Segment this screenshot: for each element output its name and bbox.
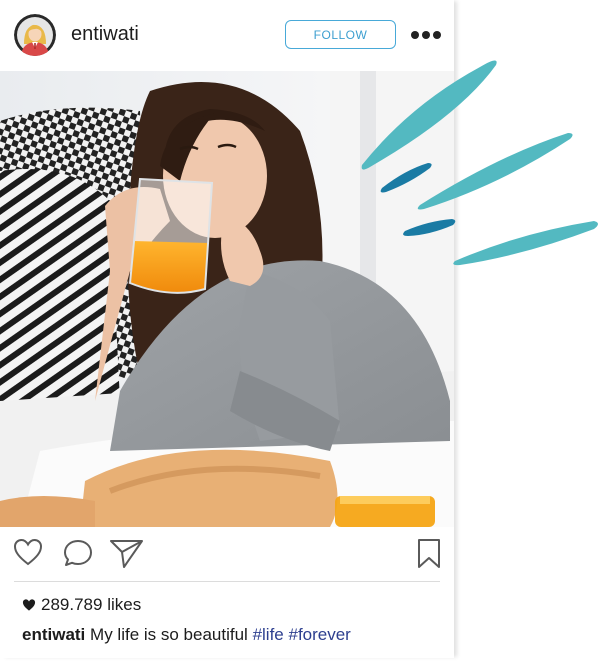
splash-stroke (417, 133, 573, 210)
caption-author[interactable]: entiwati (22, 625, 85, 644)
decorative-splash (361, 60, 598, 266)
avatar-illustration (14, 14, 56, 56)
heart-filled-icon (22, 599, 36, 611)
heart-outline-icon[interactable] (13, 538, 43, 571)
post-actions-bar (0, 527, 454, 581)
splash-stroke (403, 219, 456, 236)
hashtag-forever[interactable]: #forever (288, 625, 350, 644)
divider (14, 581, 440, 582)
likes-count[interactable]: 289.789 likes (22, 594, 141, 616)
more-options-icon[interactable] (410, 25, 442, 45)
likes-label: likes (107, 595, 142, 614)
hashtag-life[interactable]: #life (253, 625, 284, 644)
bookmark-icon[interactable] (417, 538, 441, 575)
post-caption: entiwati My life is so beautiful #life #… (22, 624, 351, 646)
likes-number: 289.789 (41, 595, 103, 614)
avatar[interactable] (14, 14, 56, 56)
paper-plane-icon[interactable] (109, 537, 145, 574)
caption-text: My life is so beautiful (90, 625, 248, 644)
splash-stroke (361, 60, 497, 170)
comment-bubble-icon[interactable] (62, 538, 94, 573)
splash-stroke (380, 163, 432, 193)
username[interactable]: entiwati (71, 21, 139, 47)
splash-stroke (453, 221, 598, 266)
